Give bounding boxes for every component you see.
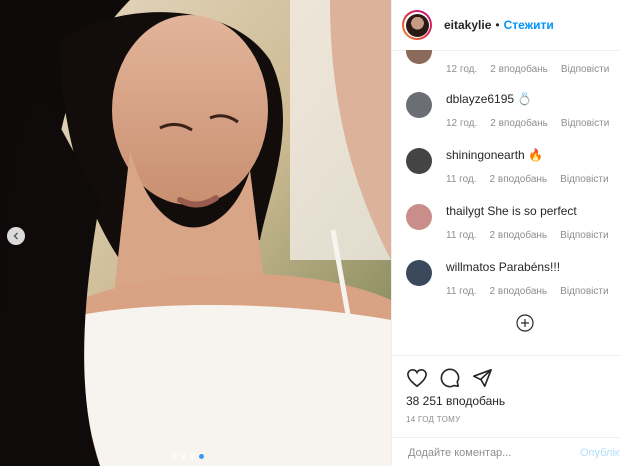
likes-count[interactable]: 38 251 вподобань <box>406 394 505 408</box>
comment-item: willmatos Parabéns!!! 11 год. 2 вподобан… <box>406 260 616 297</box>
comment-likes[interactable]: 2 вподобань <box>490 64 548 75</box>
post-photo[interactable] <box>0 0 391 466</box>
load-more-comments-button[interactable] <box>516 314 534 332</box>
reply-button[interactable]: Відповісти <box>561 64 609 75</box>
commenter-avatar[interactable] <box>406 148 432 174</box>
comment-likes[interactable]: 2 вподобань <box>490 230 548 241</box>
comments-list[interactable]: 12 год. 2 вподобань Відповісти dblayze61… <box>392 50 620 355</box>
reply-button[interactable]: Відповісти <box>561 118 609 129</box>
commenter-avatar[interactable] <box>406 50 432 64</box>
header-separator: • <box>495 18 500 32</box>
comment-input[interactable] <box>406 446 570 460</box>
comment-meta: 11 год. 2 вподобань Відповісти <box>446 174 609 185</box>
comment-icon[interactable] <box>440 368 460 388</box>
comment-composer: Опублік <box>392 437 620 468</box>
comment-meta: 12 год. 2 вподобань Відповісти <box>446 118 609 129</box>
comment-text: dblayze6195 💍 <box>446 92 609 106</box>
chevron-left-icon <box>13 232 18 240</box>
reply-button[interactable]: Відповісти <box>560 230 608 241</box>
post-header: eitakylie • Стежити <box>392 0 620 51</box>
follow-button[interactable]: Стежити <box>504 18 554 32</box>
carousel-indicator <box>172 454 204 459</box>
comment-text <box>446 50 609 52</box>
commenter-avatar[interactable] <box>406 260 432 286</box>
comment-time: 12 год. <box>446 64 478 75</box>
comment-time: 11 год. <box>446 230 477 241</box>
carousel-dot <box>190 454 195 459</box>
author-avatar[interactable] <box>402 10 432 40</box>
comment-text: shiningonearth 🔥 <box>446 148 609 162</box>
reply-button[interactable]: Відповісти <box>560 174 608 185</box>
comment-emoji: 💍 <box>517 92 533 106</box>
commenter-avatar[interactable] <box>406 204 432 230</box>
post-side-panel: eitakylie • Стежити 12 год. 2 вподобань … <box>391 0 620 466</box>
comment-likes[interactable]: 2 вподобань <box>490 286 548 297</box>
post-actions: 38 251 вподобань 14 ГОД ТОМУ Опублік <box>392 355 620 467</box>
carousel-dot <box>181 454 186 459</box>
comment-likes[interactable]: 2 вподобань <box>490 118 548 129</box>
comment-item: dblayze6195 💍 12 год. 2 вподобань Відпов… <box>406 92 616 129</box>
comment-text: willmatos Parabéns!!! <box>446 260 609 274</box>
author-username[interactable]: eitakylie <box>444 18 491 32</box>
comment-text: thailygt She is so perfect <box>446 204 609 218</box>
commenter-username[interactable]: dblayze6195 <box>446 92 514 106</box>
comment-item: shiningonearth 🔥 11 год. 2 вподобань Від… <box>406 148 616 185</box>
comment-time: 11 год. <box>446 174 477 185</box>
publish-button[interactable]: Опублік <box>580 447 620 459</box>
carousel-dot <box>172 454 177 459</box>
commenter-avatar[interactable] <box>406 92 432 118</box>
commenter-username[interactable]: willmatos <box>446 260 495 274</box>
share-icon[interactable] <box>472 368 492 388</box>
carousel-dot-active <box>199 454 204 459</box>
comment-body: She is so perfect <box>487 204 577 218</box>
carousel-prev-button[interactable] <box>7 227 25 245</box>
comment-time: 12 год. <box>446 118 478 129</box>
comment-meta: 12 год. 2 вподобань Відповісти <box>446 64 609 75</box>
comment-emoji: 🔥 <box>528 148 544 162</box>
comment-meta: 11 год. 2 вподобань Відповісти <box>446 230 609 241</box>
comment-item: thailygt She is so perfect 11 год. 2 впо… <box>406 204 616 241</box>
heart-icon[interactable] <box>406 368 428 388</box>
comment-item: 12 год. 2 вподобань Відповісти <box>406 50 616 75</box>
comment-likes[interactable]: 2 вподобань <box>490 174 548 185</box>
comment-body: Parabéns!!! <box>498 260 561 274</box>
post-timestamp: 14 ГОД ТОМУ <box>406 415 461 424</box>
comment-meta: 11 год. 2 вподобань Відповісти <box>446 286 609 297</box>
commenter-username[interactable]: shiningonearth <box>446 148 525 162</box>
commenter-username[interactable]: thailygt <box>446 204 484 218</box>
post-image <box>0 0 391 466</box>
reply-button[interactable]: Відповісти <box>560 286 608 297</box>
plus-circle-icon <box>516 314 534 332</box>
comment-time: 11 год. <box>446 286 477 297</box>
